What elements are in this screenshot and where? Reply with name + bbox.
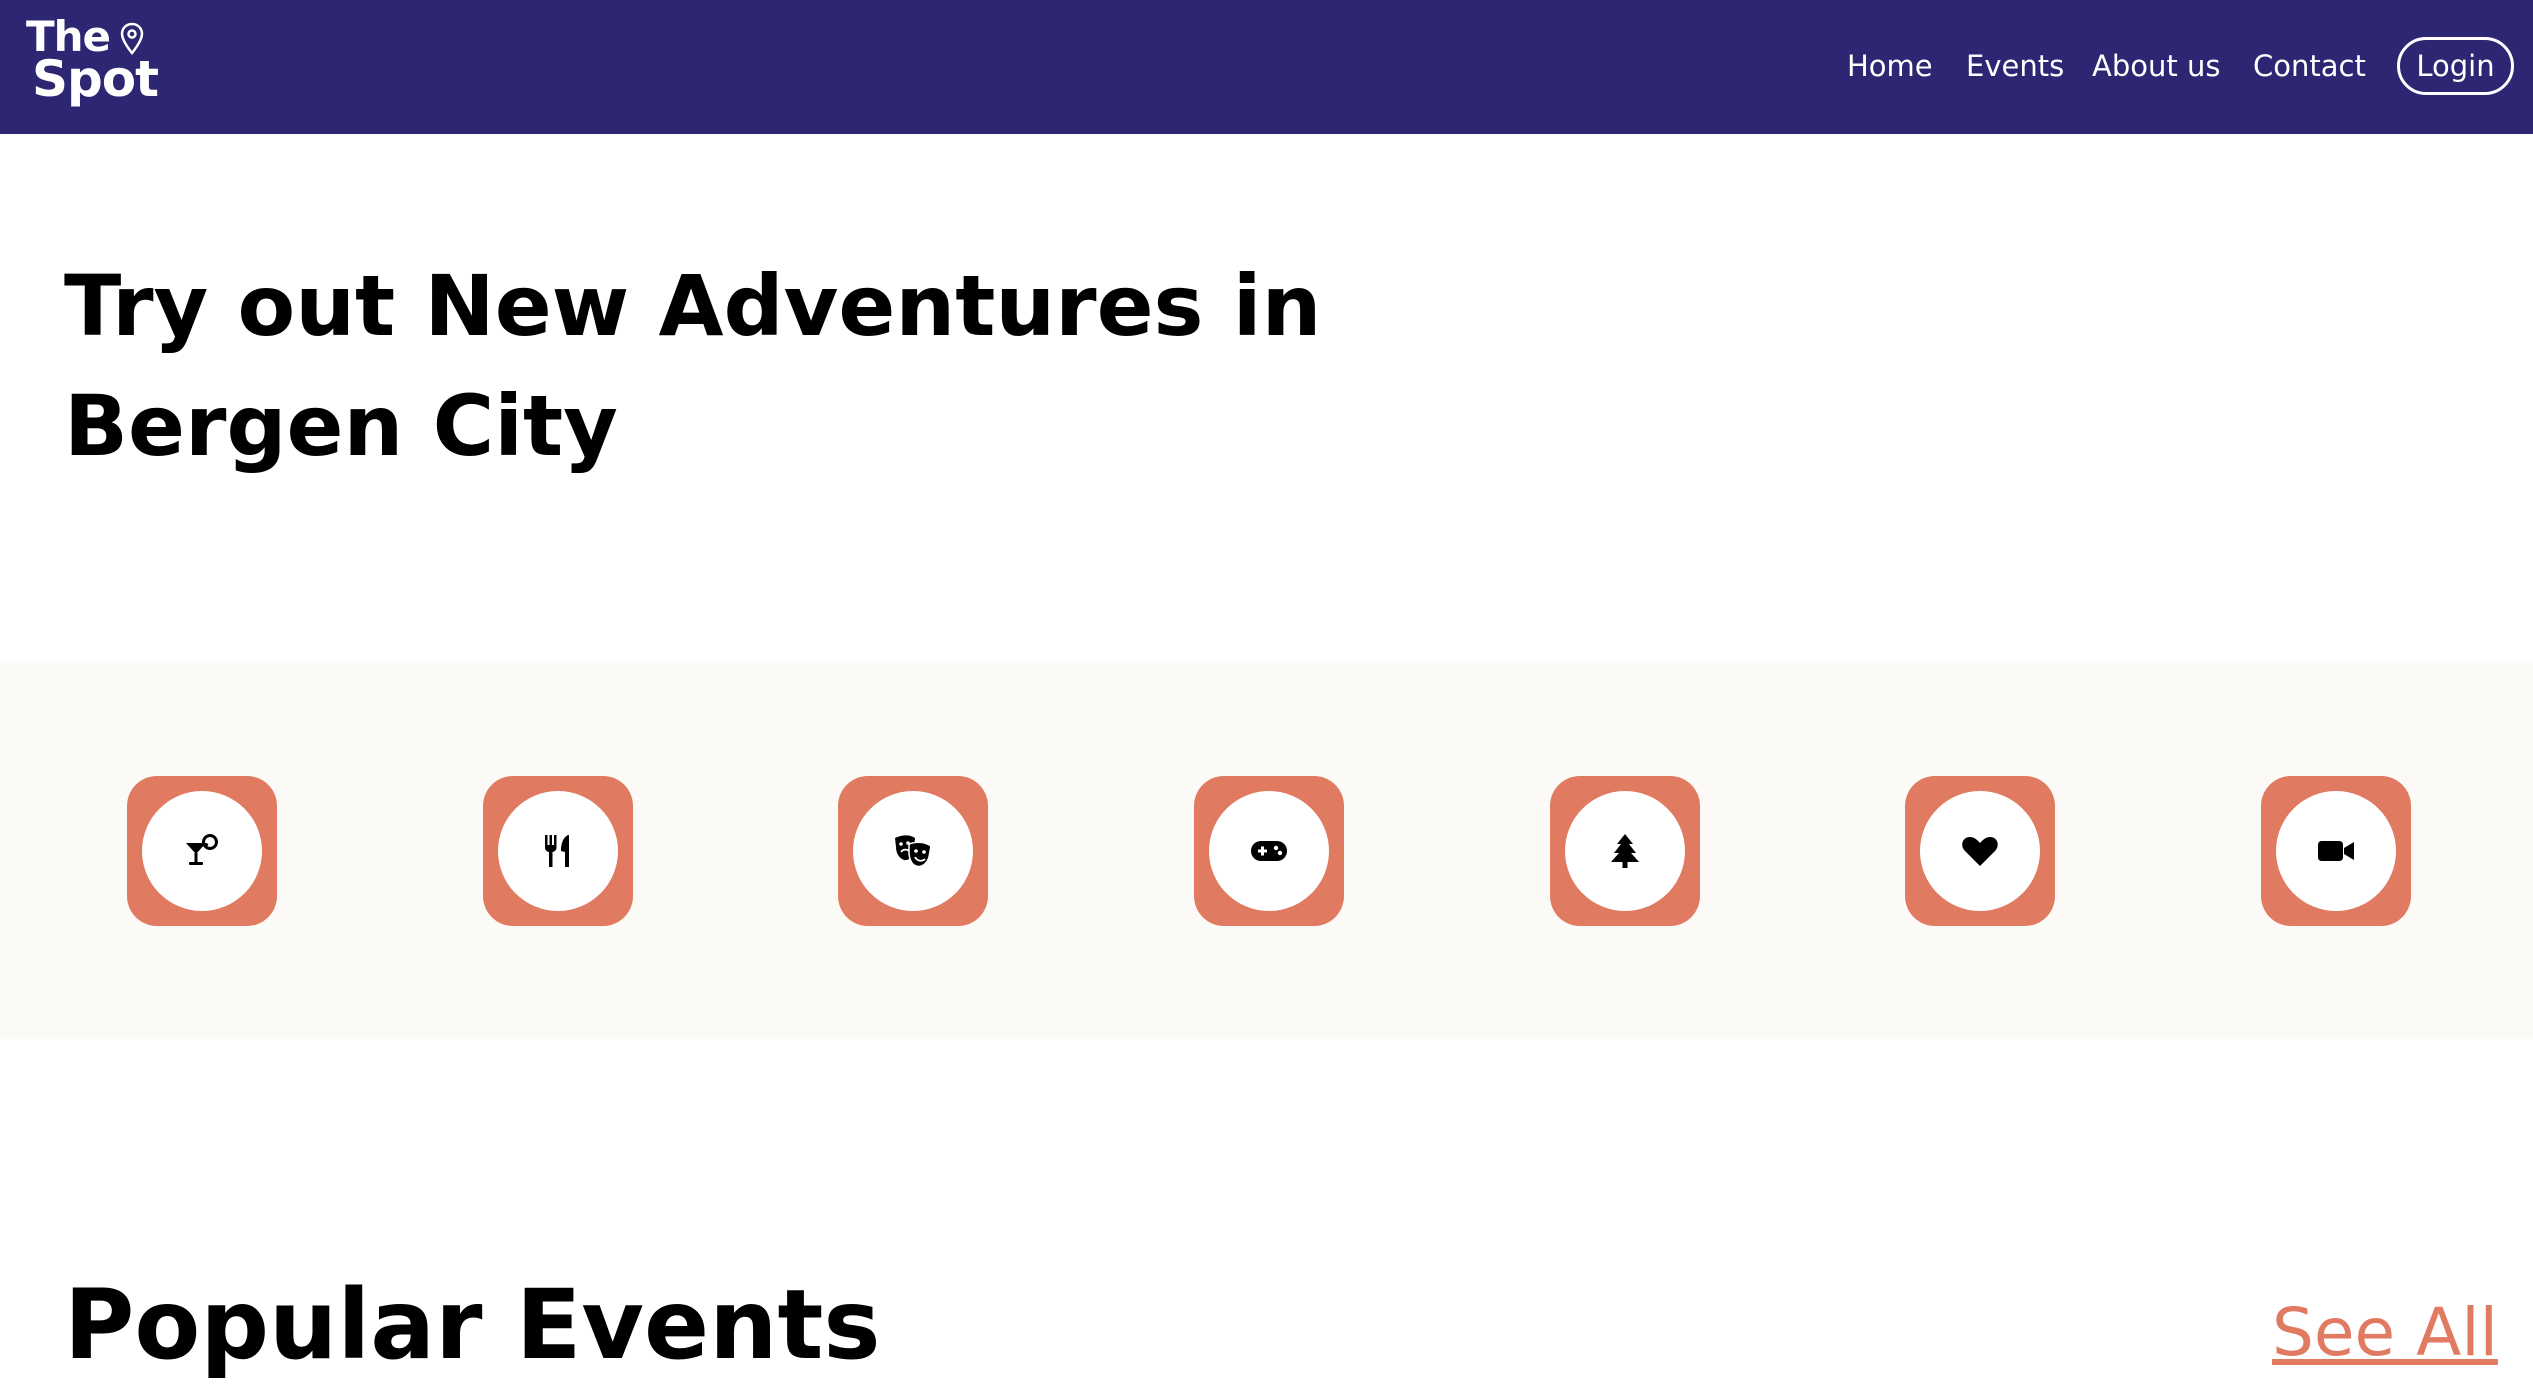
category-circle <box>1565 791 1685 911</box>
top-navbar: The Spot Home Events About us Contact Lo… <box>0 0 2533 134</box>
category-tile-food[interactable] <box>483 776 633 926</box>
category-tile-cocktail[interactable] <box>127 776 277 926</box>
category-tile-movies[interactable] <box>2261 776 2411 926</box>
tree-icon <box>1605 831 1645 871</box>
nav-link-contact[interactable]: Contact <box>2253 44 2366 88</box>
popular-events-title: Popular Events <box>64 1269 881 1381</box>
category-strip <box>0 663 2533 1039</box>
gamepad-icon <box>1249 831 1289 871</box>
site-logo[interactable]: The Spot <box>26 16 176 108</box>
cocktail-icon <box>182 831 222 871</box>
login-button[interactable]: Login <box>2397 37 2514 95</box>
utensils-icon <box>538 831 578 871</box>
theater-masks-icon <box>893 831 933 871</box>
logo-text-spot: Spot <box>32 50 159 108</box>
map-pin-icon <box>120 22 144 55</box>
category-tile-games[interactable] <box>1194 776 1344 926</box>
heart-icon <box>1960 831 2000 871</box>
category-circle <box>142 791 262 911</box>
category-circle <box>853 791 973 911</box>
category-tile-wellness[interactable] <box>1905 776 2055 926</box>
category-circle <box>498 791 618 911</box>
category-tile-nature[interactable] <box>1550 776 1700 926</box>
category-circle <box>1920 791 2040 911</box>
video-camera-icon <box>2316 831 2356 871</box>
hero-title: Try out New Adventures in Bergen City <box>64 257 1322 475</box>
nav-link-home[interactable]: Home <box>1847 44 1933 88</box>
category-tile-theater[interactable] <box>838 776 988 926</box>
see-all-link[interactable]: See All <box>2272 1288 2498 1378</box>
nav-link-about-us[interactable]: About us <box>2092 44 2220 88</box>
category-circle <box>1209 791 1329 911</box>
category-circle <box>2276 791 2396 911</box>
nav-link-events[interactable]: Events <box>1966 44 2064 88</box>
